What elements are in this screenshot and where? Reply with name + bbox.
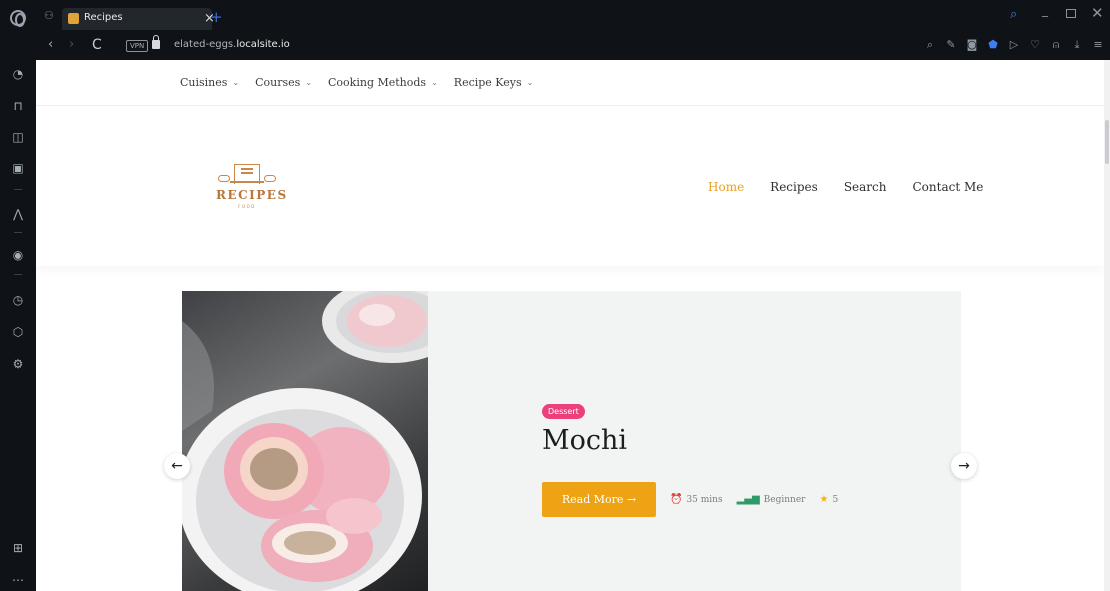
recipe-image[interactable] <box>182 291 428 591</box>
logo-detail <box>218 175 230 182</box>
history-icon[interactable]: ◷ <box>10 292 26 308</box>
heart-icon[interactable]: ♡ <box>1029 38 1041 52</box>
difficulty-value: Beginner <box>763 494 806 505</box>
rating: ★ 5 <box>819 494 838 505</box>
category-badge[interactable]: Dessert <box>542 404 585 419</box>
alarm-clock-icon: ⏰ <box>670 494 683 505</box>
signal-bars-icon: ▂▄▆ <box>736 494 760 505</box>
logo-detail <box>241 168 253 170</box>
recipe-meta-row: Read More → ⏰ 35 mins ▂▄▆ Beginner ★ 5 <box>542 482 838 517</box>
search-tabs-icon[interactable]: ⌕ <box>1010 7 1017 22</box>
camera-icon[interactable]: ◙ <box>966 38 978 52</box>
sidebar-divider <box>14 274 22 275</box>
shield-icon[interactable]: ⬟ <box>987 38 999 52</box>
nav-label: Cooking Methods <box>328 76 427 89</box>
new-tab-icon[interactable]: + <box>210 8 223 26</box>
site-logo[interactable]: RECIPES FOOD <box>216 158 288 213</box>
main-nav-home[interactable]: Home <box>708 180 744 194</box>
chevron-down-icon: ⌄ <box>526 78 534 87</box>
settings-icon[interactable]: ⚙ <box>10 356 26 372</box>
main-nav-contact[interactable]: Contact Me <box>912 180 983 194</box>
slider-next-button[interactable]: → <box>951 453 977 479</box>
sidebar-divider <box>14 232 22 233</box>
nav-label: Cuisines <box>180 76 228 89</box>
vpn-badge[interactable]: VPN <box>126 40 149 52</box>
logo-text: RECIPES <box>216 188 288 202</box>
player-icon[interactable]: ◉ <box>10 247 26 263</box>
main-nav-search[interactable]: Search <box>844 180 887 194</box>
chevron-down-icon: ⌄ <box>305 78 313 87</box>
close-window-icon[interactable]: ✕ <box>1091 4 1104 22</box>
account-icon[interactable]: ⍝ <box>1050 38 1062 52</box>
lock-icon[interactable] <box>152 35 160 49</box>
wallet-icon[interactable]: ▣ <box>10 160 26 176</box>
page-viewport: Cuisines ⌄ Courses ⌄ Cooking Methods ⌄ R… <box>36 60 1104 591</box>
address-bar: ‹ › C VPN elated-eggs.localsite.io ⌕ ✎ ◙… <box>36 34 1110 60</box>
featured-recipe-slide: Dessert Mochi Read More → ⏰ 35 mins ▂▄▆ … <box>182 291 961 591</box>
extensions-icon[interactable]: ⬡ <box>10 324 26 340</box>
nav-item-courses[interactable]: Courses ⌄ <box>255 76 312 89</box>
scrollbar-thumb[interactable] <box>1105 120 1109 164</box>
tab-title: Recipes <box>84 12 123 23</box>
logo-subtext: FOOD <box>238 204 256 209</box>
logo-detail <box>230 181 264 183</box>
maximize-icon[interactable] <box>1066 9 1076 18</box>
chevron-down-icon: ⌄ <box>232 78 240 87</box>
browser-sidebar: ◔ ⊓ ◫ ▣ ⋀ ◉ ◷ ⬡ ⚙ ⊞ ⋯ <box>0 34 36 591</box>
star-icon: ★ <box>819 494 829 505</box>
nav-label: Courses <box>255 76 301 89</box>
sidebar-divider <box>14 189 22 190</box>
site-header: RECIPES FOOD Home Recipes Search Contact… <box>36 106 1104 266</box>
mochi-photo <box>182 291 428 591</box>
shopping-icon[interactable]: ⊓ <box>10 98 26 114</box>
workspaces-icon[interactable]: ⊞ <box>10 540 26 556</box>
browser-logo-icon[interactable] <box>10 10 26 27</box>
toolbar-icons: ⌕ ✎ ◙ ⬟ ▷ ♡ ⍝ ⤓ ≡ <box>924 38 1104 52</box>
back-icon[interactable]: ‹ <box>48 37 53 52</box>
difficulty: ▂▄▆ Beginner <box>737 494 806 505</box>
speed-dial-icon[interactable]: ◔ <box>10 66 26 82</box>
cook-time-value: 35 mins <box>686 494 723 505</box>
main-nav-recipes[interactable]: Recipes <box>770 180 818 194</box>
more-icon[interactable]: ⋯ <box>10 572 26 588</box>
favicon-icon <box>68 13 79 24</box>
main-nav: Home Recipes Search Contact Me <box>708 180 983 194</box>
read-more-button[interactable]: Read More → <box>542 482 656 517</box>
nav-item-recipe-keys[interactable]: Recipe Keys ⌄ <box>454 76 534 89</box>
logo-detail <box>264 175 276 182</box>
nav-label: Recipe Keys <box>453 76 522 89</box>
nav-item-cuisines[interactable]: Cuisines ⌄ <box>180 76 239 89</box>
download-icon[interactable]: ⤓ <box>1071 38 1083 52</box>
cook-time: ⏰ 35 mins <box>670 494 723 505</box>
page-scrollbar[interactable] <box>1104 60 1110 591</box>
settings-icon[interactable]: ≡ <box>1092 38 1104 52</box>
recipe-title[interactable]: Mochi <box>542 425 838 456</box>
url-field[interactable]: elated-eggs.localsite.io <box>174 39 290 50</box>
logo-detail <box>241 172 253 174</box>
category-nav: Cuisines ⌄ Courses ⌄ Cooking Methods ⌄ R… <box>36 60 1104 106</box>
snapshot-icon[interactable]: ✎ <box>945 38 957 52</box>
minimize-icon[interactable]: _ <box>1042 3 1048 17</box>
slider-prev-button[interactable]: ← <box>164 453 190 479</box>
reload-icon[interactable]: C <box>92 37 102 53</box>
aria-icon[interactable]: ⋀ <box>10 206 26 222</box>
search-icon[interactable]: ⌕ <box>924 38 936 52</box>
forward-icon[interactable]: › <box>69 37 74 52</box>
nav-item-cooking-methods[interactable]: Cooking Methods ⌄ <box>328 76 438 89</box>
tab-switcher-icon[interactable]: ⚇ <box>44 9 54 22</box>
twitch-icon[interactable]: ◫ <box>10 129 26 145</box>
slide-content: Dessert Mochi Read More → ⏰ 35 mins ▂▄▆ … <box>542 399 838 517</box>
rating-value: 5 <box>832 494 839 505</box>
play-icon[interactable]: ▷ <box>1008 38 1020 52</box>
chevron-down-icon: ⌄ <box>431 78 438 87</box>
browser-tab[interactable]: Recipes × <box>62 8 215 30</box>
browser-tab-bar: ⚇ Recipes × + ⌕ _ ✕ <box>0 0 1110 34</box>
